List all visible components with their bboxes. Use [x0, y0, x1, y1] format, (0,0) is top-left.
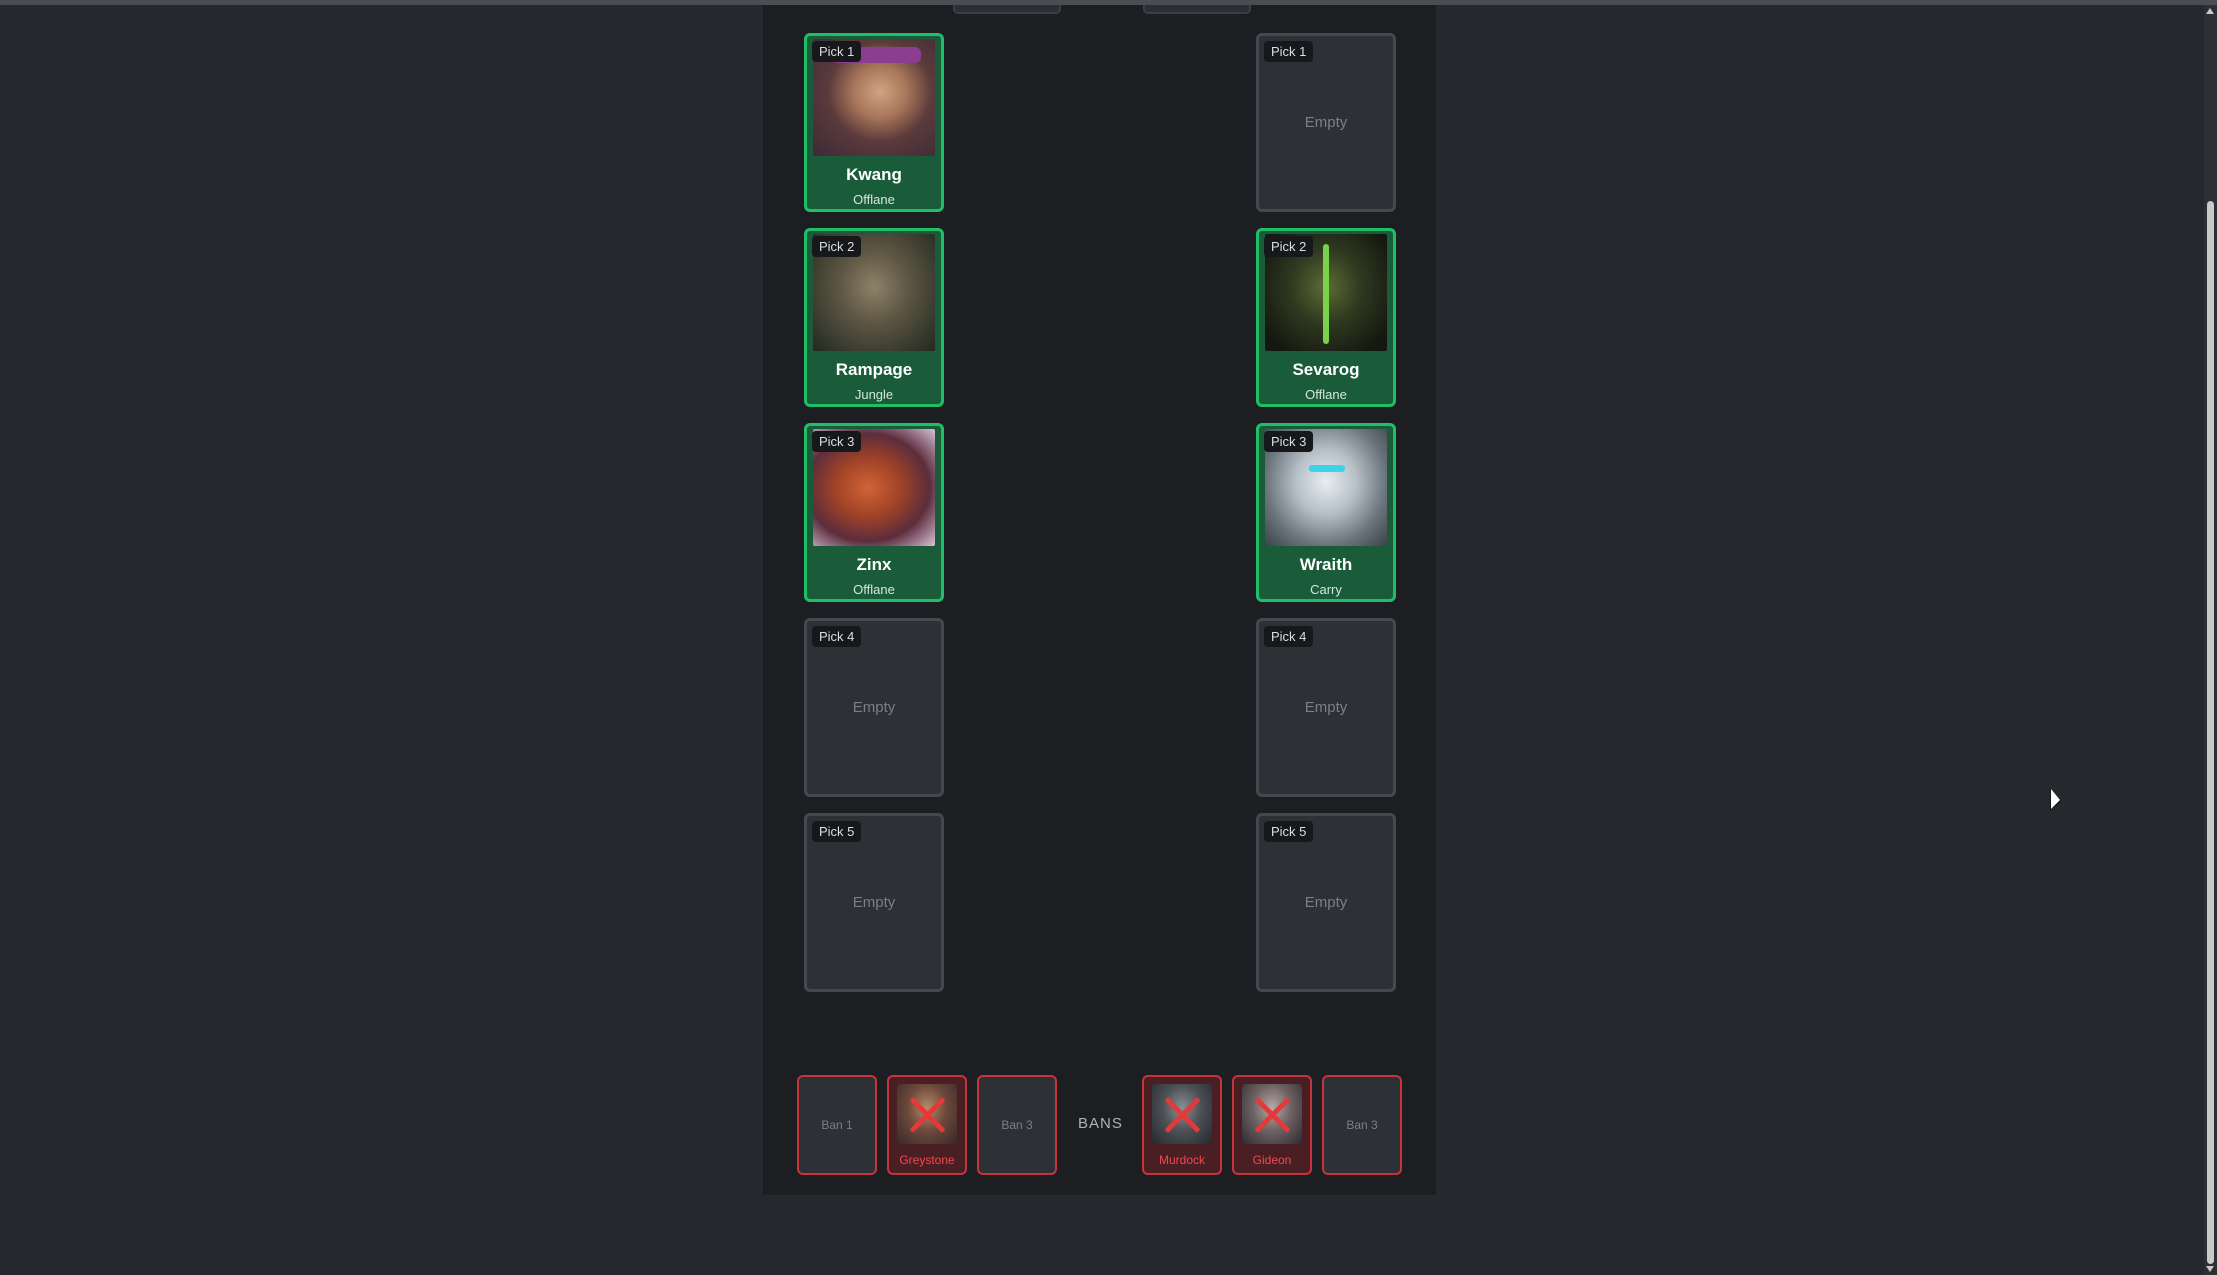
empty-slot-text: Empty [1304, 894, 1348, 911]
banned-x-icon [897, 1084, 957, 1144]
empty-slot-text: Empty [1304, 699, 1348, 716]
right-ban-slot-3[interactable]: Ban 3 [1322, 1075, 1402, 1175]
pick-label: Pick 5 [812, 821, 862, 842]
empty-slot-text: Empty [1304, 114, 1348, 131]
left-pick-slot-3[interactable]: Pick 3 Zinx Offlane [804, 423, 944, 602]
right-pick-slot-4[interactable]: Pick 4 Empty [1256, 618, 1396, 797]
scroll-down-icon[interactable] [2206, 1266, 2214, 1272]
left-pick-slot-4[interactable]: Pick 4 Empty [804, 618, 944, 797]
team-right-tab[interactable] [1143, 5, 1251, 14]
left-pick-slot-5[interactable]: Pick 5 Empty [804, 813, 944, 992]
right-pick-slot-2[interactable]: Pick 2 Sevarog Offlane [1256, 228, 1396, 407]
ban-empty-label: Ban 1 [821, 1118, 853, 1132]
banned-hero-name: Greystone [899, 1153, 955, 1167]
hero-name: Zinx [856, 555, 892, 574]
hero-role: Offlane [853, 192, 895, 207]
page-scrollbar[interactable] [2204, 5, 2217, 1275]
hero-name: Wraith [1299, 555, 1353, 574]
scrollbar-thumb[interactable] [2207, 201, 2214, 1264]
hero-name: Kwang [846, 165, 902, 184]
ban-empty-label: Ban 3 [1001, 1118, 1033, 1132]
ban-empty-label: Ban 3 [1346, 1118, 1378, 1132]
pick-label: Pick 2 [812, 236, 862, 257]
left-ban-slot-2[interactable]: Greystone [887, 1075, 967, 1175]
scroll-up-icon[interactable] [2206, 8, 2214, 14]
pick-label: Pick 1 [1264, 41, 1314, 62]
hero-name: Sevarog [1292, 360, 1360, 379]
left-pick-slot-1[interactable]: Pick 1 Kwang Offlane [804, 33, 944, 212]
banned-x-icon [1152, 1084, 1212, 1144]
banned-x-icon [1242, 1084, 1302, 1144]
pick-label: Pick 3 [812, 431, 862, 452]
pick-label: Pick 3 [1264, 431, 1314, 452]
hero-role: Carry [1310, 582, 1342, 597]
hero-role: Offlane [1305, 387, 1347, 402]
right-pick-slot-1[interactable]: Pick 1 Empty [1256, 33, 1396, 212]
pick-label: Pick 4 [812, 626, 862, 647]
hero-role: Offlane [853, 582, 895, 597]
pick-label: Pick 2 [1264, 236, 1314, 257]
hero-name: Rampage [835, 360, 913, 379]
pick-label: Pick 4 [1264, 626, 1314, 647]
bans-section-label: BANS [1078, 1115, 1123, 1132]
left-ban-slot-1[interactable]: Ban 1 [797, 1075, 877, 1175]
pick-label: Pick 1 [812, 41, 862, 62]
team-left-tab[interactable] [953, 5, 1061, 14]
right-ban-slot-1[interactable]: Murdock [1142, 1075, 1222, 1175]
empty-slot-text: Empty [852, 894, 896, 911]
right-pick-slot-3[interactable]: Pick 3 Wraith Carry [1256, 423, 1396, 602]
pick-label: Pick 5 [1264, 821, 1314, 842]
right-pick-slot-5[interactable]: Pick 5 Empty [1256, 813, 1396, 992]
banned-hero-name: Gideon [1252, 1153, 1292, 1167]
mouse-cursor-icon [2051, 789, 2060, 809]
left-ban-slot-3[interactable]: Ban 3 [977, 1075, 1057, 1175]
empty-slot-text: Empty [852, 699, 896, 716]
hero-role: Jungle [854, 387, 894, 402]
banned-hero-name: Murdock [1158, 1153, 1205, 1167]
left-pick-slot-2[interactable]: Pick 2 Rampage Jungle [804, 228, 944, 407]
right-ban-slot-2[interactable]: Gideon [1232, 1075, 1312, 1175]
